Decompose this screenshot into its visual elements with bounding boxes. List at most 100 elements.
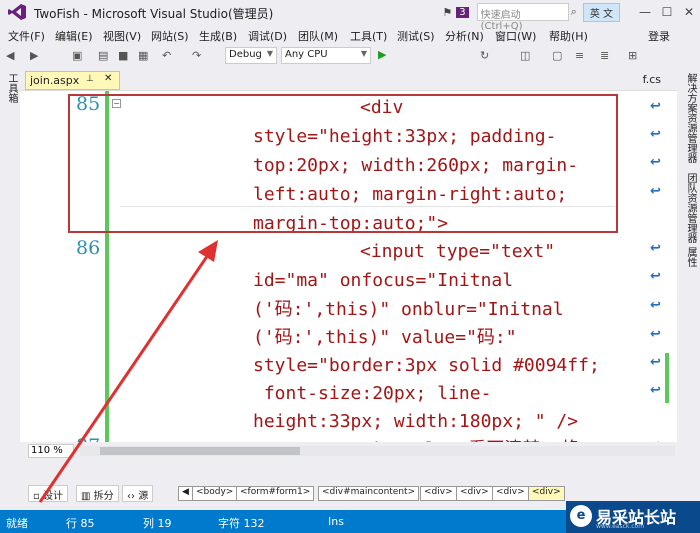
chevron-down-icon: ▼ <box>266 49 273 58</box>
configuration-dropdown[interactable]: Debug ▼ <box>225 47 277 64</box>
menu-analyze[interactable]: 分析(N) <box>445 28 484 44</box>
code-line: height:33px; width:180px; " /> <box>253 411 579 432</box>
code-line: ('码:',this)" onblur="Initnal <box>253 299 564 320</box>
maximize-button[interactable]: ☐ <box>656 5 678 19</box>
split-label: 拆分 <box>93 491 114 502</box>
quick-launch-input[interactable]: 快速启动 (Ctrl+Q) <box>476 3 569 32</box>
scroll-thumb[interactable] <box>100 447 300 455</box>
close-button[interactable]: ✕ <box>678 5 700 19</box>
ime-indicator[interactable]: 英 文 <box>582 2 620 22</box>
code-editor[interactable]: − 85 86 87 <div style="height:33px; padd… <box>20 90 677 460</box>
annotation-red-box <box>68 94 618 233</box>
design-view-button[interactable]: ▫ 设计 <box>28 485 68 502</box>
breadcrumb-item[interactable]: <div> <box>456 486 493 501</box>
code-line: <input type="text" <box>360 241 556 262</box>
wrap-arrow-icon: ↩ <box>650 241 661 256</box>
scroll-change-marker <box>665 353 669 403</box>
source-label: 源 <box>138 491 149 502</box>
new-project-icon[interactable]: ▣ <box>72 49 82 62</box>
status-insert-mode: Ins <box>328 515 344 528</box>
menu-build[interactable]: 生成(B) <box>199 28 237 44</box>
status-char: 字符 132 <box>218 517 265 530</box>
menu-file[interactable]: 文件(F) <box>8 28 45 44</box>
code-line: style="border:3px solid #0094ff; <box>253 355 600 376</box>
close-icon[interactable]: ✕ <box>104 73 112 84</box>
solution-explorer-tab[interactable]: 解决方案资源管理器 <box>683 73 698 163</box>
standard-toolbar: ◀ ▶ ▣ ▤ ■ ▦ ↶ ↷ Debug ▼ Any CPU ▼ ▶ ↻ ◫ ▢ … <box>0 45 700 67</box>
wrap-arrow-icon: ↩ <box>650 127 661 142</box>
comment-icon[interactable]: ≡ <box>575 49 584 62</box>
undo-icon[interactable]: ↶ <box>162 49 171 62</box>
team-explorer-tab[interactable]: 团队资源管理器 <box>683 173 698 243</box>
horizontal-scrollbar[interactable] <box>80 446 675 456</box>
zoom-bar: 110 % <box>20 442 677 460</box>
redo-icon[interactable]: ↷ <box>192 49 201 62</box>
uncomment-icon[interactable]: ≣ <box>600 49 609 62</box>
wrap-arrow-icon: ↩ <box>650 99 661 114</box>
save-all-icon[interactable]: ▦ <box>138 49 148 62</box>
bookmark-icon[interactable]: ⊞ <box>628 49 637 62</box>
menu-test[interactable]: 测试(S) <box>397 28 435 44</box>
split-view-button[interactable]: ▥ 拆分 <box>76 485 119 502</box>
menu-tools[interactable]: 工具(T) <box>350 28 387 44</box>
browser-link-icon[interactable]: ◫ <box>520 49 530 62</box>
open-file-icon[interactable]: ▤ <box>98 49 108 62</box>
document-icon[interactable]: ▢ <box>552 49 562 62</box>
login-link[interactable]: 登录 <box>648 28 670 44</box>
menu-debug[interactable]: 调试(D) <box>248 28 287 44</box>
breadcrumb-item[interactable]: <div> <box>420 486 457 501</box>
menu-view[interactable]: 视图(V) <box>103 28 141 44</box>
wrap-arrow-icon: ↩ <box>650 155 661 170</box>
search-icon[interactable]: ⌕ <box>571 5 577 19</box>
wrap-arrow-icon: ↩ <box>650 327 661 342</box>
tab-f-cs[interactable]: f.cs <box>643 73 661 86</box>
breadcrumb-item[interactable]: <div> <box>492 486 529 501</box>
platform-value: Any CPU <box>285 49 328 60</box>
breadcrumb-item[interactable]: <div#maincontent> <box>318 486 420 501</box>
menu-help[interactable]: 帮助(H) <box>549 28 588 44</box>
visual-studio-logo-icon <box>8 4 26 20</box>
properties-tab[interactable]: 属性 <box>683 247 698 267</box>
watermark-url: www.easck.com <box>596 523 645 530</box>
logo-mark-icon: e <box>570 505 592 527</box>
window-title: TwoFish - Microsoft Visual Studio(管理员) <box>34 7 274 21</box>
zoom-dropdown[interactable]: 110 % <box>28 444 74 458</box>
document-tabs: join.aspx ⊥ ✕ f.cs <box>20 67 677 90</box>
notification-badge[interactable]: 3 <box>456 6 469 18</box>
wrap-arrow-icon: ↩ <box>650 269 661 284</box>
menu-edit[interactable]: 编辑(E) <box>55 28 93 44</box>
toolbox-tab[interactable]: 工具箱 <box>4 73 19 103</box>
breadcrumb-back[interactable]: ◀ <box>178 486 193 501</box>
refresh-icon[interactable]: ↻ <box>480 49 489 62</box>
pin-icon[interactable]: ⊥ <box>86 74 94 84</box>
menu-bar: 文件(F) 编辑(E) 视图(V) 网站(S) 生成(B) 调试(D) 团队(M… <box>0 24 700 45</box>
breadcrumb-item[interactable]: <form#form1> <box>236 486 315 501</box>
status-column: 列 19 <box>143 517 172 530</box>
start-debug-icon[interactable]: ▶ <box>378 48 386 61</box>
wrap-arrow-icon: ↩ <box>650 383 661 398</box>
design-label: 设计 <box>42 491 63 502</box>
wrap-arrow-icon: ↩ <box>650 298 661 313</box>
code-line: id="ma" onfocus="Initnal <box>253 270 514 291</box>
back-icon[interactable]: ◀ <box>6 49 14 62</box>
menu-website[interactable]: 网站(S) <box>151 28 189 44</box>
flag-icon[interactable]: ⚑ <box>442 6 452 19</box>
wrap-arrow-icon: ↩ <box>650 184 661 199</box>
tab-label: join.aspx <box>30 74 80 87</box>
menu-window[interactable]: 窗口(W) <box>495 28 536 44</box>
status-line: 行 85 <box>66 517 95 530</box>
breadcrumb-item[interactable]: <body> <box>192 486 238 501</box>
watermark-logo: e 易采站长站 www.easck.com <box>566 501 700 533</box>
menu-team[interactable]: 团队(M) <box>298 28 338 44</box>
title-bar: TwoFish - Microsoft Visual Studio(管理员) ⚑… <box>0 0 700 32</box>
forward-icon[interactable]: ▶ <box>30 49 38 62</box>
code-line: ('码:',this)" value="码:" <box>253 327 517 348</box>
save-icon[interactable]: ■ <box>118 49 128 62</box>
breadcrumb-item-current[interactable]: <div> <box>528 486 565 501</box>
source-view-button[interactable]: ‹› 源 <box>122 485 154 502</box>
minimize-button[interactable]: — <box>634 5 656 19</box>
status-ready: 就绪 <box>6 517 28 530</box>
tab-join-aspx[interactable]: join.aspx ⊥ ✕ <box>25 71 120 90</box>
code-line: font-size:20px; line- <box>253 383 492 404</box>
platform-dropdown[interactable]: Any CPU ▼ <box>281 47 371 64</box>
